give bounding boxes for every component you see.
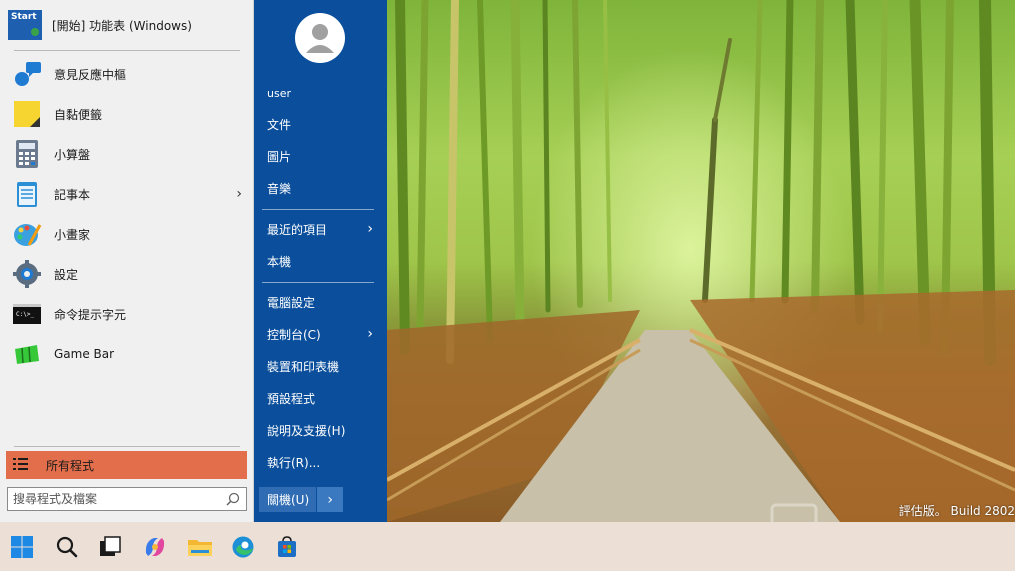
file-explorer-icon [187, 539, 212, 556]
paint-icon [12, 219, 42, 249]
taskbar [0, 522, 1015, 571]
search-icon[interactable] [226, 492, 240, 509]
sticky-notes-icon [12, 99, 42, 129]
program-search-input[interactable] [13, 492, 218, 506]
copilot-icon [145, 537, 164, 556]
program-item-calculator[interactable]: 小算盤 [6, 134, 248, 174]
default-programs-link[interactable]: 預設程式 [267, 386, 379, 410]
game-bar-icon [12, 339, 42, 369]
divider [14, 50, 240, 51]
copilot-button[interactable] [138, 530, 171, 563]
program-item-settings[interactable]: 設定 [6, 254, 248, 294]
chevron-right-icon: › [327, 491, 333, 508]
feedback-hub-icon [12, 59, 42, 89]
program-list: 意見反應中樞 自黏便籤 小算盤 記事本 › 小畫家 設定 C:\>_ 命令提示字… [6, 54, 248, 374]
start-menu-left-pane: Start [開始] 功能表 (Windows) 意見反應中樞 自黏便籤 小算盤… [0, 0, 254, 522]
control-panel-link[interactable]: 控制台(C) › [267, 322, 379, 346]
microsoft-store-icon [277, 535, 296, 557]
user-avatar-icon [306, 24, 334, 53]
recent-items-link[interactable]: 最近的項目 › [267, 217, 379, 241]
start-menu-header[interactable]: Start [開始] 功能表 (Windows) [8, 8, 192, 42]
program-item-sticky-notes[interactable]: 自黏便籤 [6, 94, 248, 134]
list-icon [12, 456, 30, 475]
start-menu-title: [開始] 功能表 (Windows) [52, 18, 192, 33]
task-view-icon [99, 535, 121, 556]
chevron-right-icon: › [367, 221, 373, 237]
user-name-link[interactable]: user [267, 81, 379, 105]
shutdown-button[interactable]: 關機(U) [259, 487, 317, 512]
all-programs-button[interactable]: 所有程式 [6, 451, 247, 479]
shutdown-options-button[interactable]: › [317, 487, 343, 512]
file-explorer-button[interactable] [183, 530, 216, 563]
start-button[interactable] [5, 530, 38, 563]
windows-start-icon [10, 535, 33, 558]
divider [262, 282, 374, 283]
notepad-icon [12, 179, 42, 209]
this-pc-link[interactable]: 本機 [267, 249, 379, 273]
help-support-link[interactable]: 說明及支援(H) [267, 418, 379, 442]
svg-text:C:\>_: C:\>_ [16, 311, 34, 318]
music-link[interactable]: 音樂 [267, 176, 379, 200]
pictures-link[interactable]: 圖片 [267, 144, 379, 168]
edge-browser-icon [232, 536, 253, 557]
devices-printers-link[interactable]: 裝置和印表機 [267, 354, 379, 378]
edge-browser-button[interactable] [226, 530, 259, 563]
chevron-right-icon: › [367, 326, 373, 342]
divider [262, 209, 374, 210]
chevron-right-icon[interactable]: › [236, 186, 242, 202]
program-item-game-bar[interactable]: Game Bar [6, 334, 248, 374]
program-item-feedback-hub[interactable]: 意見反應中樞 [6, 54, 248, 94]
microsoft-store-button[interactable] [270, 530, 303, 563]
program-item-paint[interactable]: 小畫家 [6, 214, 248, 254]
settings-gear-icon [12, 259, 42, 289]
start-logo-icon: Start [8, 10, 42, 40]
command-prompt-icon: C:\>_ [12, 299, 42, 329]
shutdown-control: 關機(U) › [259, 487, 343, 512]
calculator-icon [12, 139, 42, 169]
program-item-command-prompt[interactable]: C:\>_ 命令提示字元 [6, 294, 248, 334]
documents-link[interactable]: 文件 [267, 112, 379, 136]
search-icon [56, 536, 77, 557]
program-search-box[interactable] [7, 487, 247, 511]
pc-settings-link[interactable]: 電腦設定 [267, 290, 379, 314]
user-avatar[interactable] [295, 13, 345, 63]
evaluation-watermark: 評估版。 Build 2802 [898, 504, 1015, 518]
program-item-notepad[interactable]: 記事本 › [6, 174, 248, 214]
taskbar-search-button[interactable] [50, 530, 83, 563]
run-link[interactable]: 執行(R)... [267, 450, 379, 474]
divider [14, 446, 240, 447]
task-view-button[interactable] [93, 530, 126, 563]
